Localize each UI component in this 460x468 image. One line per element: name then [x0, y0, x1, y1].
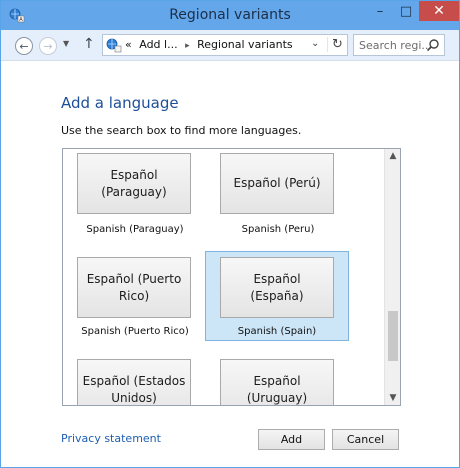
back-arrow-icon[interactable]: ←: [15, 37, 33, 55]
recent-locations-dropdown-icon[interactable]: ▼: [63, 39, 69, 48]
language-tile-label: Spanish (Paraguay): [86, 224, 184, 235]
address-dropdown-icon[interactable]: ⌄: [311, 38, 319, 49]
tile-grid: Español (Paraguay) Spanish (Paraguay) Es…: [63, 149, 385, 405]
tile-spain[interactable]: Español (España) Spanish (Spain): [205, 251, 349, 341]
breadcrumb-add-language[interactable]: Add l...: [135, 38, 177, 51]
tile-paraguay[interactable]: Español (Paraguay) Spanish (Paraguay): [63, 149, 207, 235]
breadcrumb-separator-icon[interactable]: ▸: [181, 41, 194, 51]
tile-puerto-rico[interactable]: Español (Puerto Rico) Spanish (Puerto Ri…: [63, 242, 207, 337]
language-tile-label: Spanish (Spain): [237, 326, 317, 337]
up-arrow-icon[interactable]: ↑: [83, 36, 95, 52]
search-icon[interactable]: [426, 38, 440, 52]
language-tile-label: Spanish (Puerto Rico): [81, 326, 189, 337]
breadcrumb: « Add l... ▸ Regional variants: [125, 38, 293, 51]
cancel-button[interactable]: Cancel: [332, 429, 399, 450]
search-input[interactable]: Search regi...: [353, 34, 445, 56]
scroll-up-arrow-icon[interactable]: ▲: [385, 151, 400, 161]
regional-variants-list: Español (Paraguay) Spanish (Paraguay) Es…: [62, 148, 401, 406]
language-globe-icon: [106, 38, 122, 53]
forward-arrow-icon[interactable]: →: [39, 37, 57, 55]
instructions-text: Use the search box to find more language…: [61, 124, 302, 137]
minimize-button[interactable]: –: [367, 1, 393, 21]
regional-variants-window: A Regional variants – □ ✕ ← → ▼ ↑ « Add …: [0, 0, 460, 468]
title-bar[interactable]: A Regional variants – □ ✕: [1, 1, 459, 30]
search-placeholder: Search regi...: [359, 39, 432, 52]
breadcrumb-overflow[interactable]: «: [125, 38, 132, 51]
address-bar[interactable]: « Add l... ▸ Regional variants ⌄ ↻: [102, 34, 348, 56]
language-tile-button[interactable]: Español (Puerto Rico): [77, 257, 191, 318]
language-tile-button[interactable]: Español (Perú): [220, 153, 334, 214]
language-tile-button[interactable]: Español (España): [220, 257, 334, 318]
page-title: Add a language: [61, 94, 179, 112]
tile-estados-unidos[interactable]: Español (Estados Unidos): [63, 346, 207, 405]
refresh-icon[interactable]: ↻: [327, 37, 343, 52]
navigation-bar: ← → ▼ ↑ « Add l... ▸ Regional variants ⌄…: [1, 30, 459, 61]
language-tile-button[interactable]: Español (Estados Unidos): [77, 359, 191, 405]
maximize-button[interactable]: □: [393, 1, 419, 21]
language-tile-button[interactable]: Español (Paraguay): [77, 153, 191, 214]
scrollbar-thumb[interactable]: [388, 311, 398, 361]
scroll-down-arrow-icon[interactable]: ▼: [385, 393, 400, 403]
vertical-scrollbar[interactable]: ▲ ▼: [384, 149, 400, 405]
language-tile-button[interactable]: Español (Uruguay): [220, 359, 334, 405]
add-button[interactable]: Add: [258, 429, 325, 450]
close-button[interactable]: ✕: [419, 1, 459, 21]
privacy-statement-link[interactable]: Privacy statement: [61, 432, 161, 445]
tile-uruguay[interactable]: Español (Uruguay): [206, 346, 350, 405]
tile-peru[interactable]: Español (Perú) Spanish (Peru): [206, 149, 350, 235]
breadcrumb-regional-variants[interactable]: Regional variants: [197, 38, 293, 51]
language-tile-label: Spanish (Peru): [241, 224, 315, 235]
